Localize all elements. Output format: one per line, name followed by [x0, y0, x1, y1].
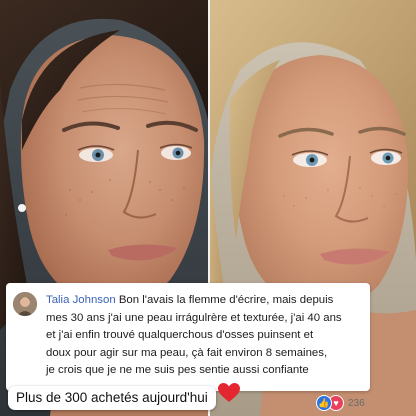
- comment-line: doux pour agir sur ma peau, çà fait envi…: [46, 346, 328, 359]
- avatar[interactable]: [13, 292, 37, 316]
- heart-icon: [218, 383, 240, 402]
- reaction-count: 236: [348, 397, 365, 409]
- comment-card: Talia Johnson Bon l'avais la flemme d'éc…: [6, 283, 370, 391]
- like-icon[interactable]: 👍: [316, 395, 332, 411]
- comment-text: Talia Johnson Bon l'avais la flemme d'éc…: [46, 292, 364, 380]
- comment-line: mes 30 ans j'ai une peau irrágulrère et …: [46, 311, 342, 324]
- comment-author[interactable]: Talia Johnson: [46, 294, 116, 306]
- comment-line: et j'ai enfin trouvé qualquerchous d'oss…: [46, 329, 314, 341]
- reactions[interactable]: 👍 ♥ 236: [316, 394, 365, 412]
- purchase-badge: Plus de 300 achetés aujourd'hui: [8, 386, 216, 410]
- comment-line: je crois que je ne me suis pes sentie au…: [46, 364, 309, 376]
- comment-line: Talia Johnson Bon l'avais la flemme d'éc…: [46, 294, 334, 306]
